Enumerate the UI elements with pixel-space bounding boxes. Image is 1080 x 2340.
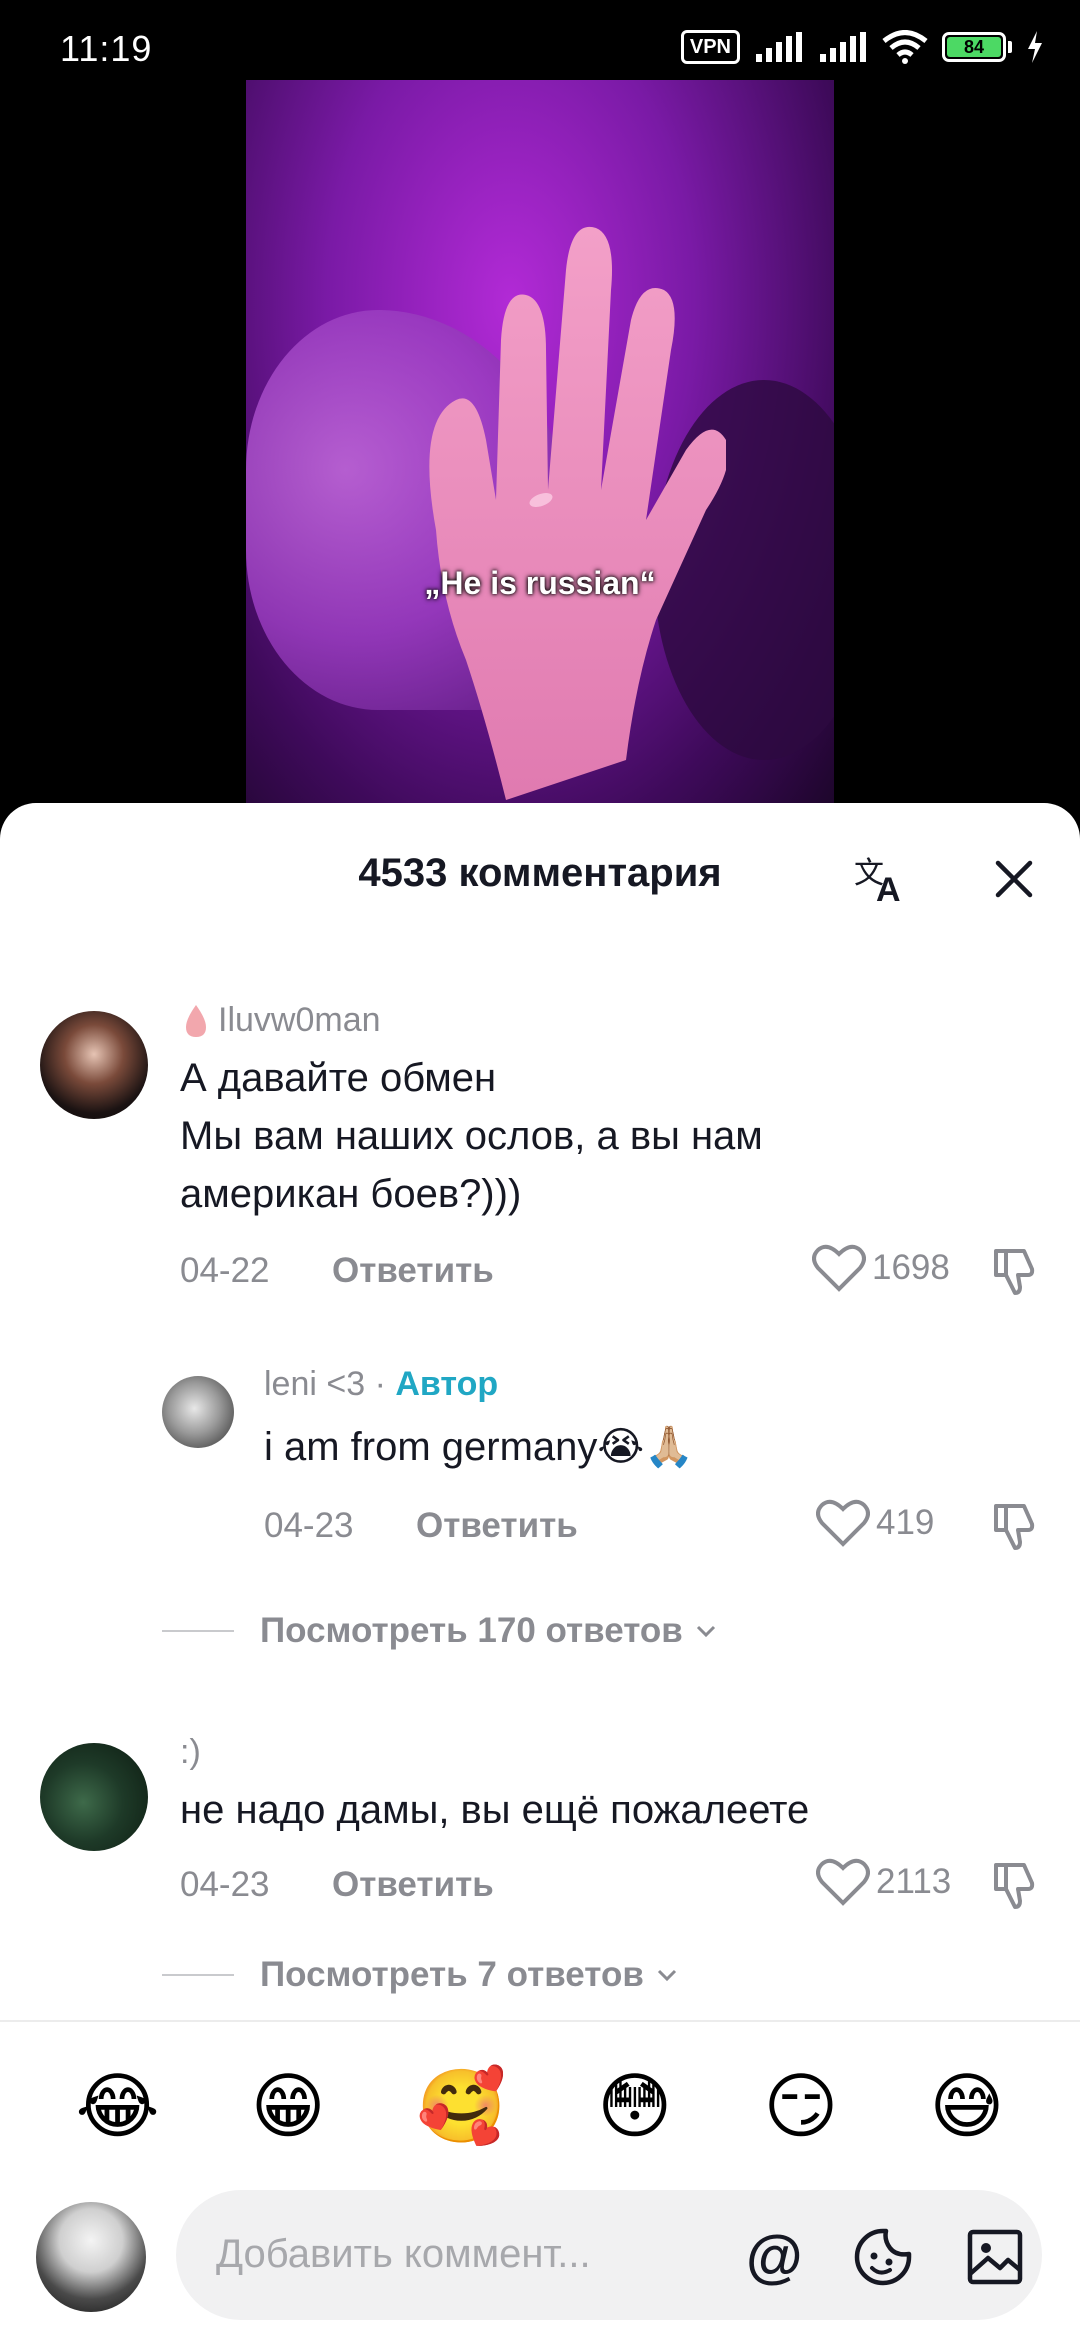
battery-icon: 84 (942, 32, 1012, 62)
drop-icon (186, 1004, 206, 1037)
reply-button[interactable]: Ответить (332, 1865, 494, 1905)
avatar[interactable] (162, 1376, 234, 1448)
dislike-icon[interactable] (988, 1859, 1040, 1911)
video-caption: „He is russian“ (424, 565, 656, 601)
status-icons: VPN 84 (680, 30, 1044, 64)
like-count: 419 (876, 1503, 935, 1542)
comment-date: 04-23 (264, 1506, 354, 1545)
divider (162, 1630, 234, 1632)
comment-text: не надо дамы, вы ещё пожалеете (180, 1788, 810, 1832)
chevron-down-icon (696, 1625, 715, 1638)
like-count: 1698 (872, 1248, 950, 1287)
comment-text-line: Мы вам наших ослов, а вы нам (180, 1114, 763, 1158)
comment-input[interactable]: Добавить коммент... @ (176, 2190, 1042, 2320)
emoji-button[interactable]: 😏 (763, 2070, 838, 2142)
signal-icon (756, 32, 802, 62)
author-separator: · (374, 1365, 386, 1403)
comment-username[interactable]: leni <3 · Автор (264, 1365, 498, 1404)
mention-icon[interactable]: @ (742, 2226, 804, 2288)
dislike-icon[interactable] (988, 1245, 1040, 1297)
signal-icon (820, 32, 866, 62)
emoji-quick-bar: 😂 😁 🥰 😳 😏 😅 (0, 2020, 1080, 2190)
like-button[interactable]: 419 (816, 1498, 934, 1548)
author-badge: Автор (395, 1365, 499, 1403)
close-icon[interactable] (984, 849, 1044, 909)
reply-button[interactable]: Ответить (416, 1506, 578, 1546)
view-replies-button[interactable]: Посмотреть 170 ответов (162, 1611, 721, 1651)
comment-username[interactable]: :) (180, 1733, 201, 1772)
current-user-avatar[interactable] (36, 2202, 146, 2312)
comment-text-line: А давайте обмен (180, 1056, 497, 1100)
emoji-button[interactable]: 😁 (251, 2070, 326, 2142)
heart-icon (812, 1244, 866, 1292)
heart-icon (816, 1858, 870, 1906)
wifi-icon (882, 30, 928, 64)
view-replies-label: Посмотреть 170 ответов (260, 1611, 683, 1650)
like-button[interactable]: 1698 (812, 1243, 950, 1293)
sheet-header: 4533 комментария 文 A (0, 803, 1080, 943)
comment-text: i am from germany😭🙏🏼 (264, 1425, 694, 1469)
dislike-icon[interactable] (988, 1500, 1040, 1552)
heart-icon (816, 1499, 870, 1547)
svg-text:A: A (876, 871, 901, 909)
comment-text-line: американ боев?))) (180, 1172, 522, 1216)
avatar[interactable] (40, 1011, 148, 1119)
comment-text: А давайте обмен Мы вам наших ослов, а вы… (180, 1049, 940, 1223)
status-time: 11:19 (60, 28, 153, 69)
comment-username-text: leni <3 (264, 1365, 366, 1403)
comment-input-row: Добавить коммент... @ (0, 2180, 1080, 2340)
emoji-button[interactable]: 😅 (929, 2070, 1004, 2142)
view-replies-button[interactable]: Посмотреть 7 ответов (162, 1955, 682, 1995)
image-icon[interactable] (964, 2226, 1026, 2288)
divider (162, 1974, 234, 1976)
like-count: 2113 (876, 1862, 952, 1901)
battery-level: 84 (947, 37, 1001, 57)
comment-username-text: Iluvw0man (218, 1001, 381, 1039)
comment-date: 04-22 (180, 1251, 270, 1290)
comment-input-placeholder: Добавить коммент... (216, 2232, 591, 2276)
svg-text:@: @ (746, 2226, 803, 2288)
chevron-down-icon (657, 1969, 676, 1982)
reply-button[interactable]: Ответить (332, 1251, 494, 1291)
translate-icon[interactable]: 文 A (850, 849, 910, 909)
charging-icon (1028, 31, 1042, 63)
sticker-icon[interactable] (852, 2226, 914, 2288)
emoji-button[interactable]: 😳 (597, 2070, 672, 2142)
video-player[interactable]: „He is russian“ (246, 80, 834, 820)
view-replies-label: Посмотреть 7 ответов (260, 1955, 644, 1994)
vpn-icon: VPN (680, 30, 740, 64)
like-button[interactable]: 2113 (816, 1857, 951, 1907)
comment-date: 04-23 (180, 1865, 270, 1904)
comments-count-title: 4533 комментария (358, 851, 722, 895)
comment-username[interactable]: Iluvw0man (180, 1001, 381, 1040)
emoji-button[interactable]: 😂 (75, 2070, 159, 2142)
avatar[interactable] (40, 1743, 148, 1851)
emoji-button[interactable]: 🥰 (417, 2070, 507, 2142)
video-hand-image (429, 226, 726, 800)
